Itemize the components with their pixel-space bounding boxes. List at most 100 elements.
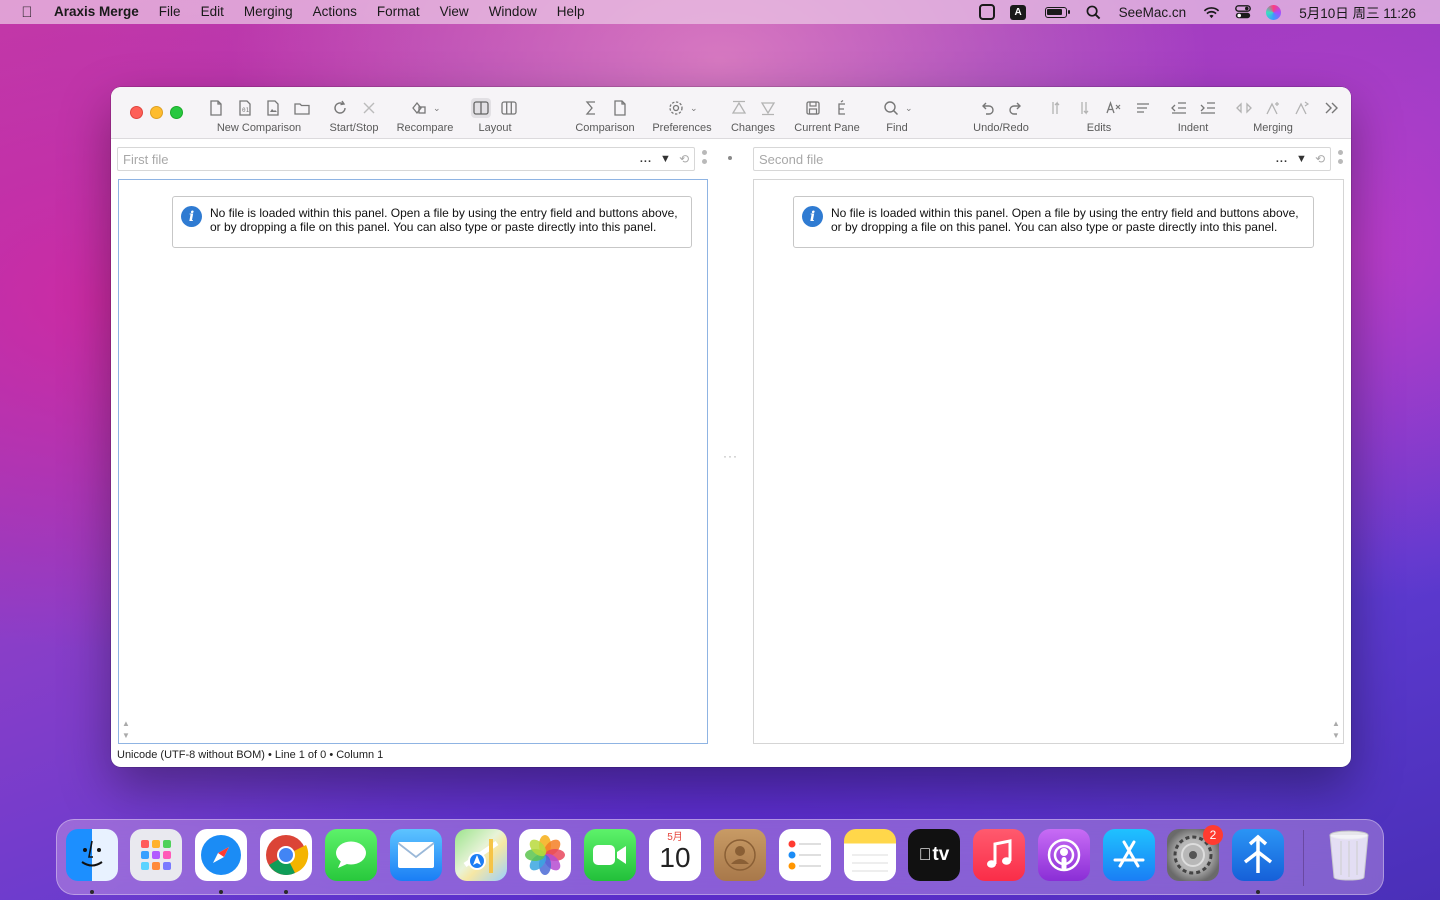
toolbar-new-comparison: 01 New Comparison	[206, 95, 312, 135]
photos-icon[interactable]	[519, 829, 571, 881]
notes-icon[interactable]	[844, 829, 896, 881]
mail-icon[interactable]	[390, 829, 442, 881]
wifi-icon[interactable]	[1196, 0, 1227, 24]
find-chevron-down-icon[interactable]: ⌄	[905, 103, 913, 114]
safari-icon[interactable]	[195, 829, 247, 881]
left-pane-drag-handle[interactable]	[701, 150, 707, 164]
apple-tv-icon[interactable]: tv	[908, 829, 960, 881]
menu-help[interactable]: Help	[547, 0, 595, 24]
calendar-icon[interactable]: 5月 10	[649, 829, 701, 881]
first-file-field[interactable]: First file ... ▼ ⟲	[117, 147, 695, 171]
toolbar-recompare: ⌄ Recompare	[392, 95, 458, 135]
three-way-layout-icon[interactable]	[499, 98, 519, 118]
first-file-history-icon[interactable]: ⟲	[679, 152, 689, 166]
encoding-icon[interactable]	[832, 98, 852, 118]
outdent-icon[interactable]	[1169, 98, 1189, 118]
report-icon[interactable]	[610, 98, 630, 118]
indent-icon[interactable]	[1198, 98, 1218, 118]
merge-auto-icon[interactable]	[1292, 98, 1312, 118]
change-case-icon[interactable]	[1104, 98, 1124, 118]
reminders-icon[interactable]	[779, 829, 831, 881]
recompare-icon[interactable]	[409, 98, 429, 118]
screen-record-icon[interactable]	[972, 0, 1003, 24]
stop-icon[interactable]	[359, 98, 379, 118]
menu-format[interactable]: Format	[367, 0, 430, 24]
scroll-top-icon[interactable]: ▲	[1332, 719, 1340, 729]
new-binary-comparison-icon[interactable]: 01	[235, 98, 255, 118]
move-line-down-icon[interactable]	[1075, 98, 1095, 118]
menu-view[interactable]: View	[430, 0, 479, 24]
right-pane-scroll-arrows[interactable]: ▲ ▼	[1331, 719, 1341, 741]
menu-window[interactable]: Window	[479, 0, 547, 24]
wrap-text-icon[interactable]	[1133, 98, 1153, 118]
toolbar-changes: Changes	[723, 95, 783, 135]
spotlight-search-icon[interactable]	[1078, 0, 1109, 24]
finder-icon[interactable]	[66, 829, 118, 881]
window-close-button[interactable]	[130, 106, 143, 119]
second-file-pane[interactable]: i No file is loaded within this panel. O…	[753, 179, 1344, 744]
facetime-icon[interactable]	[584, 829, 636, 881]
right-pane-drag-handle[interactable]	[1337, 150, 1343, 164]
contacts-icon[interactable]	[714, 829, 766, 881]
toolbar-indent: Indent	[1165, 95, 1221, 135]
preferences-chevron-down-icon[interactable]: ⌄	[690, 103, 698, 114]
second-file-browse-button[interactable]: ...	[1276, 153, 1288, 165]
sum-icon[interactable]	[581, 98, 601, 118]
second-file-field[interactable]: Second file ... ▼ ⟲	[753, 147, 1331, 171]
undo-icon[interactable]	[977, 98, 997, 118]
new-image-comparison-icon[interactable]	[264, 98, 284, 118]
battery-icon[interactable]	[1034, 0, 1078, 24]
left-info-message: i No file is loaded within this panel. O…	[172, 196, 692, 248]
scroll-bottom-icon[interactable]: ▼	[1332, 731, 1340, 741]
menu-merging[interactable]: Merging	[234, 0, 303, 24]
first-file-pane[interactable]: i No file is loaded within this panel. O…	[118, 179, 708, 744]
music-icon[interactable]	[973, 829, 1025, 881]
siri-icon[interactable]	[1258, 0, 1289, 24]
toolbar-overflow-chevron-icon[interactable]	[1321, 98, 1341, 118]
refresh-icon[interactable]	[330, 98, 350, 118]
search-icon[interactable]	[881, 98, 901, 118]
save-icon[interactable]	[803, 98, 823, 118]
window-minimize-button[interactable]	[150, 106, 163, 119]
apple-menu-icon[interactable]: 	[0, 4, 54, 21]
launchpad-icon[interactable]	[130, 829, 182, 881]
input-method-icon[interactable]: A	[1003, 0, 1034, 24]
chrome-icon[interactable]	[260, 829, 312, 881]
scroll-bottom-icon[interactable]: ▼	[122, 731, 130, 741]
toolbar-preferences: ⌄ Preferences	[647, 95, 717, 135]
recompare-chevron-down-icon[interactable]: ⌄	[433, 103, 441, 114]
app-store-icon[interactable]	[1103, 829, 1155, 881]
control-center-icon[interactable]	[1227, 0, 1258, 24]
podcasts-icon[interactable]	[1038, 829, 1090, 881]
info-icon: i	[181, 206, 202, 227]
menu-actions[interactable]: Actions	[303, 0, 367, 24]
new-folder-comparison-icon[interactable]	[292, 98, 312, 118]
previous-change-icon[interactable]	[729, 98, 749, 118]
new-text-comparison-icon[interactable]	[206, 98, 226, 118]
two-way-layout-icon[interactable]	[471, 98, 491, 118]
second-file-history-icon[interactable]: ⟲	[1315, 152, 1325, 166]
redo-icon[interactable]	[1006, 98, 1026, 118]
araxis-merge-icon[interactable]	[1232, 829, 1284, 881]
gear-icon[interactable]	[666, 98, 686, 118]
system-preferences-icon[interactable]: 2	[1167, 825, 1223, 881]
merge-up-icon[interactable]	[1263, 98, 1283, 118]
move-line-up-icon[interactable]	[1046, 98, 1066, 118]
next-change-icon[interactable]	[758, 98, 778, 118]
maps-icon[interactable]	[455, 829, 507, 881]
menubar-clock[interactable]: 5月10日 周三 11:26	[1289, 2, 1426, 22]
menubar-site-text[interactable]: SeeMac.cn	[1109, 5, 1197, 20]
menu-file[interactable]: File	[149, 0, 191, 24]
left-pane-scroll-arrows[interactable]: ▲ ▼	[121, 719, 131, 741]
window-zoom-button[interactable]	[170, 106, 183, 119]
second-file-dropdown-icon[interactable]: ▼	[1296, 153, 1307, 165]
pane-splitter[interactable]: ···	[723, 449, 738, 463]
menu-edit[interactable]: Edit	[191, 0, 234, 24]
trash-icon[interactable]	[1323, 829, 1375, 881]
first-file-dropdown-icon[interactable]: ▼	[660, 153, 671, 165]
merge-sides-icon[interactable]	[1234, 98, 1254, 118]
menu-app-name[interactable]: Araxis Merge	[54, 0, 149, 24]
scroll-top-icon[interactable]: ▲	[122, 719, 130, 729]
messages-icon[interactable]	[325, 829, 377, 881]
first-file-browse-button[interactable]: ...	[640, 153, 652, 165]
